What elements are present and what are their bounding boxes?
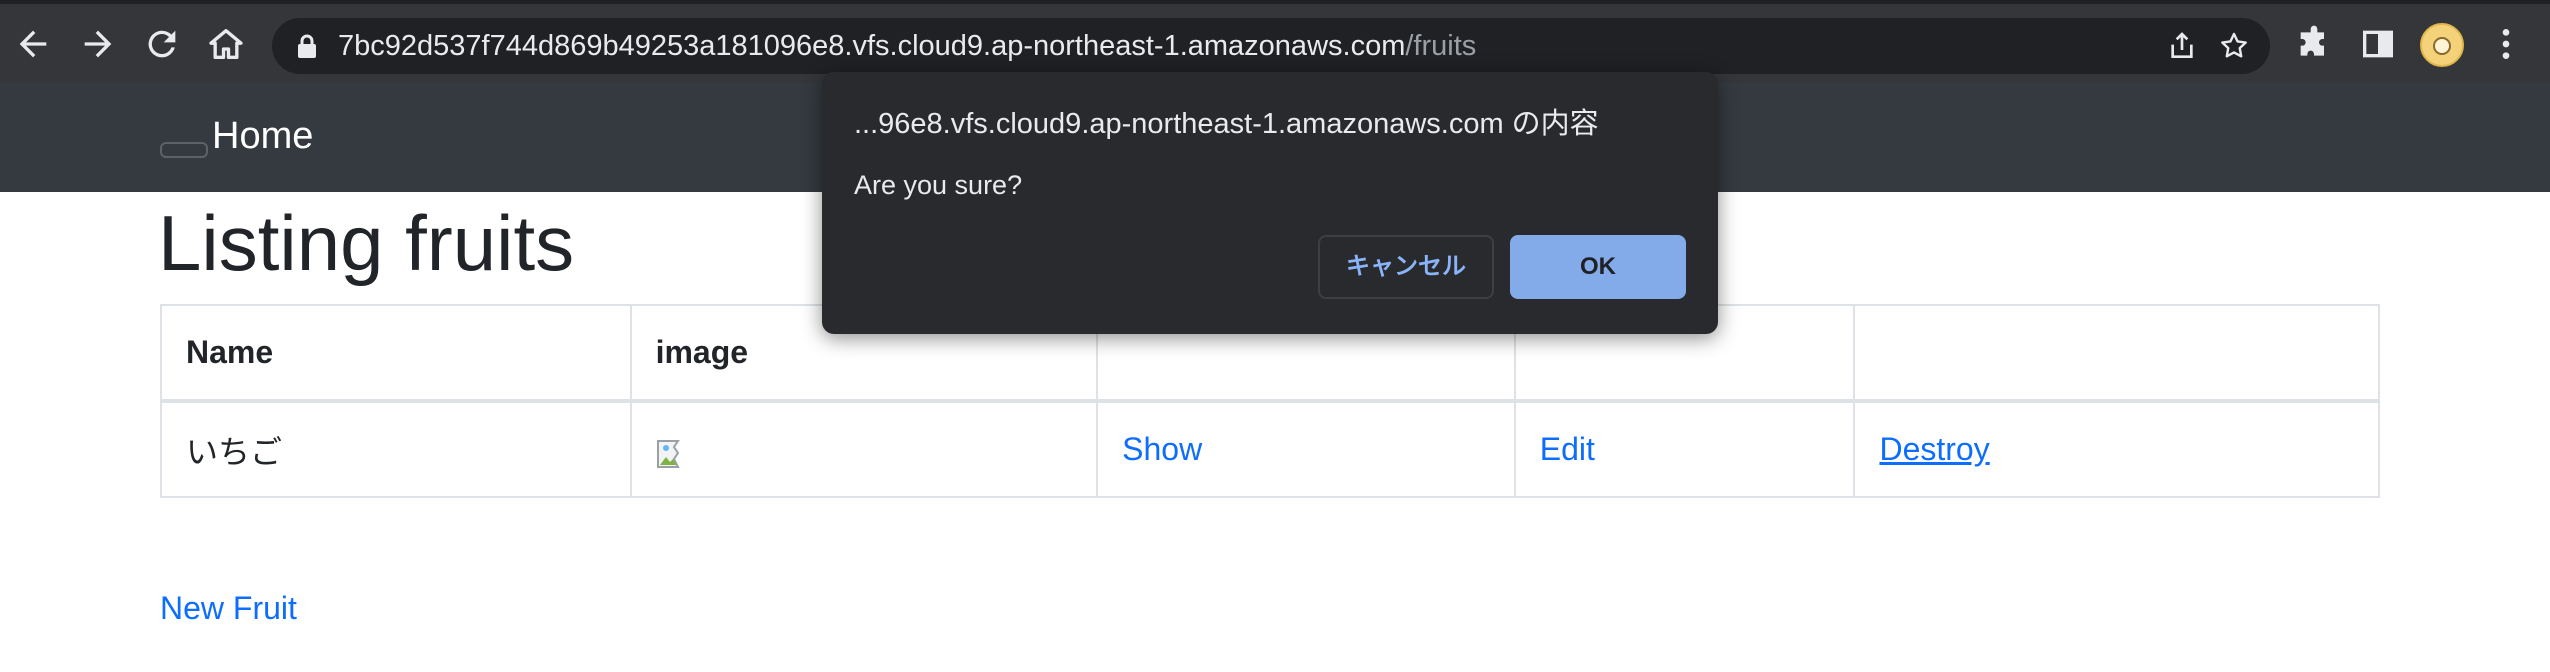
- reload-icon[interactable]: [142, 24, 182, 64]
- show-cell: Show: [1096, 400, 1516, 498]
- profile-avatar[interactable]: [2420, 23, 2464, 67]
- address-bar[interactable]: 7bc92d537f744d869b49253a181096e8.vfs.clo…: [272, 18, 2270, 74]
- column-header-name: Name: [160, 304, 632, 403]
- bookmark-star-icon[interactable]: [2218, 30, 2250, 62]
- home-icon[interactable]: [206, 24, 246, 64]
- edit-link[interactable]: Edit: [1540, 431, 1595, 467]
- cancel-button[interactable]: キャンセル: [1318, 235, 1494, 299]
- destroy-cell: Destroy: [1853, 400, 2380, 498]
- url-text: 7bc92d537f744d869b49253a181096e8.vfs.clo…: [338, 28, 1476, 64]
- column-header-destroy: [1853, 304, 2380, 403]
- share-icon[interactable]: [2166, 30, 2198, 62]
- side-panel-icon[interactable]: [2358, 24, 2398, 64]
- dialog-message: Are you sure?: [854, 170, 1023, 200]
- navbar-brand-home[interactable]: Home: [212, 111, 313, 161]
- edit-cell: Edit: [1513, 400, 1856, 498]
- browser-toolbar: 7bc92d537f744d869b49253a181096e8.vfs.clo…: [0, 0, 2550, 83]
- new-fruit-link[interactable]: New Fruit: [160, 588, 297, 628]
- extensions-puzzle-icon[interactable]: [2294, 24, 2334, 64]
- back-arrow-icon[interactable]: [13, 24, 53, 64]
- lock-icon[interactable]: [294, 32, 320, 60]
- navbar-toggler-button[interactable]: [160, 142, 208, 158]
- broken-image-icon: [656, 439, 688, 469]
- fruit-image-cell: [629, 400, 1099, 498]
- show-link[interactable]: Show: [1122, 431, 1202, 467]
- dialog-title: ...96e8.vfs.cloud9.ap-northeast-1.amazon…: [854, 108, 1599, 140]
- forward-arrow-icon[interactable]: [78, 24, 118, 64]
- url-host: 7bc92d537f744d869b49253a181096e8.vfs.clo…: [338, 30, 1406, 62]
- ok-button[interactable]: OK: [1510, 235, 1686, 299]
- fruit-name-cell: いちご: [160, 400, 632, 498]
- more-vert-icon[interactable]: [2486, 24, 2526, 64]
- url-path: /fruits: [1405, 30, 1477, 62]
- confirm-dialog: ...96e8.vfs.cloud9.ap-northeast-1.amazon…: [822, 72, 1718, 334]
- page-title: Listing fruits: [158, 199, 575, 287]
- destroy-link[interactable]: Destroy: [1879, 431, 1989, 467]
- table-row: いちご Show Edit Destroy: [160, 400, 2380, 498]
